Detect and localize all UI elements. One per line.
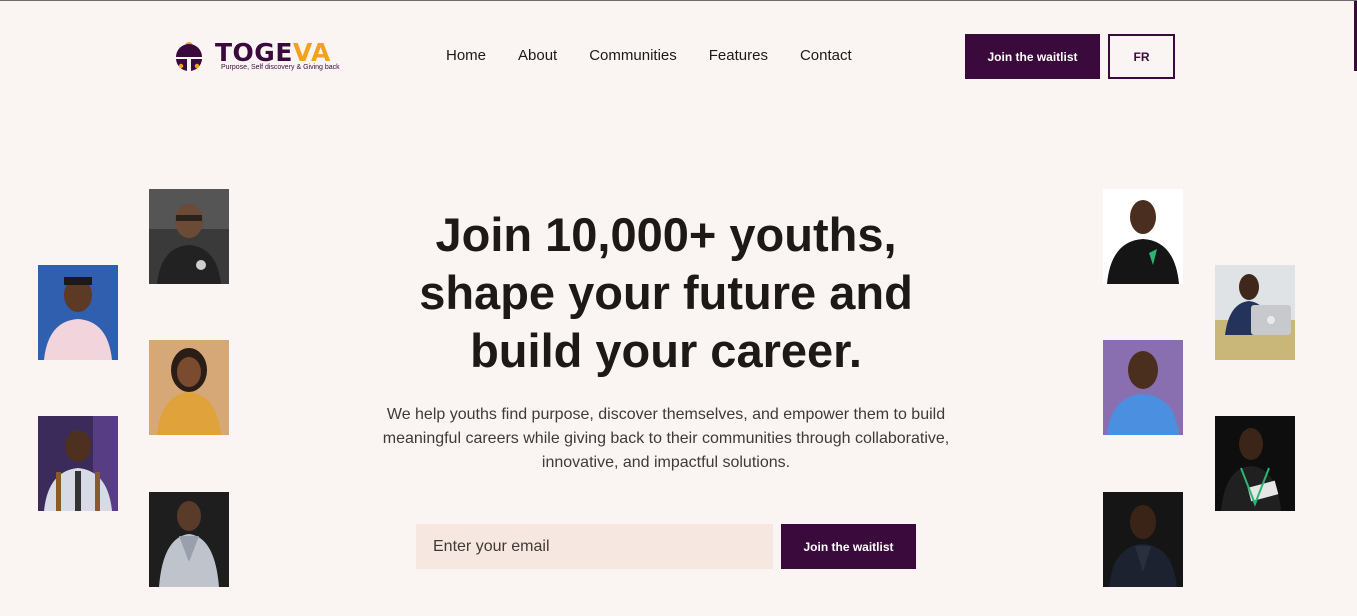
photo-person	[149, 492, 229, 587]
photo-person	[38, 416, 118, 511]
photo-person	[149, 189, 229, 284]
brand-logo[interactable]: TOGEVA Purpose, Self discovery & Giving …	[174, 37, 340, 77]
photo-person	[1215, 265, 1295, 360]
photo-person	[1215, 416, 1295, 511]
brand-tagline: Purpose, Self discovery & Giving back	[221, 64, 340, 71]
header-join-waitlist-button[interactable]: Join the waitlist	[965, 34, 1100, 79]
nav-communities[interactable]: Communities	[589, 47, 677, 65]
hero-join-waitlist-button[interactable]: Join the waitlist	[781, 524, 916, 569]
photo-person	[149, 340, 229, 435]
hero-title: Join 10,000+ youths, shape your future a…	[419, 208, 913, 377]
photo-person	[38, 265, 118, 360]
nav-contact[interactable]: Contact	[800, 47, 852, 65]
photo-person	[1103, 340, 1183, 435]
logo-mark-icon	[176, 42, 202, 71]
email-input[interactable]	[416, 524, 773, 569]
photo-person	[1103, 492, 1183, 587]
photo-person	[1103, 189, 1183, 284]
nav-about[interactable]: About	[518, 47, 557, 65]
main-nav: Home About Communities Features Contact	[446, 47, 884, 65]
nav-features[interactable]: Features	[709, 47, 768, 65]
hero-subtitle: We help youths find purpose, discover th…	[382, 406, 950, 471]
nav-home[interactable]: Home	[446, 47, 486, 65]
language-toggle-button[interactable]: FR	[1108, 34, 1175, 79]
